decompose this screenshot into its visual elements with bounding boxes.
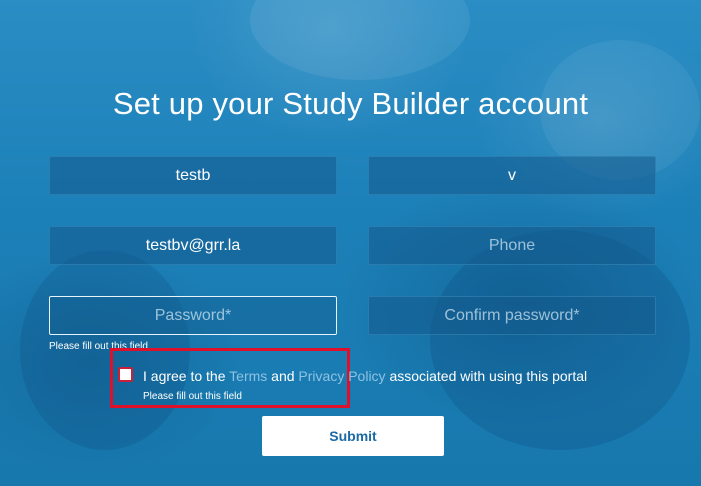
terms-checkbox[interactable] — [118, 367, 133, 382]
confirm-password-placeholder: Confirm password* — [444, 306, 580, 324]
terms-validation-message: Please fill out this field — [143, 391, 242, 402]
last-name-field[interactable]: v — [368, 156, 656, 195]
terms-link[interactable]: Terms — [229, 368, 267, 384]
email-field[interactable]: testbv@grr.la — [49, 226, 337, 265]
email-value: testbv@grr.la — [145, 236, 241, 254]
last-name-value: v — [508, 166, 516, 184]
terms-prefix: I agree to the — [143, 368, 226, 384]
privacy-policy-link[interactable]: Privacy Policy — [298, 368, 385, 384]
submit-button[interactable]: Submit — [262, 416, 444, 456]
first-name-value: testb — [175, 166, 211, 184]
confirm-password-field[interactable]: Confirm password* — [368, 296, 656, 335]
phone-field[interactable]: Phone — [368, 226, 656, 265]
terms-suffix: associated with using this portal — [389, 368, 588, 384]
password-placeholder: Password* — [154, 306, 232, 324]
phone-placeholder: Phone — [488, 236, 536, 254]
page-title: Set up your Study Builder account — [112, 86, 589, 121]
password-field[interactable]: Password* — [49, 296, 337, 335]
terms-and: and — [271, 368, 295, 384]
first-name-field[interactable]: testb — [49, 156, 337, 195]
terms-agreement-text: I agree to the Terms and Privacy Policy … — [143, 368, 587, 384]
